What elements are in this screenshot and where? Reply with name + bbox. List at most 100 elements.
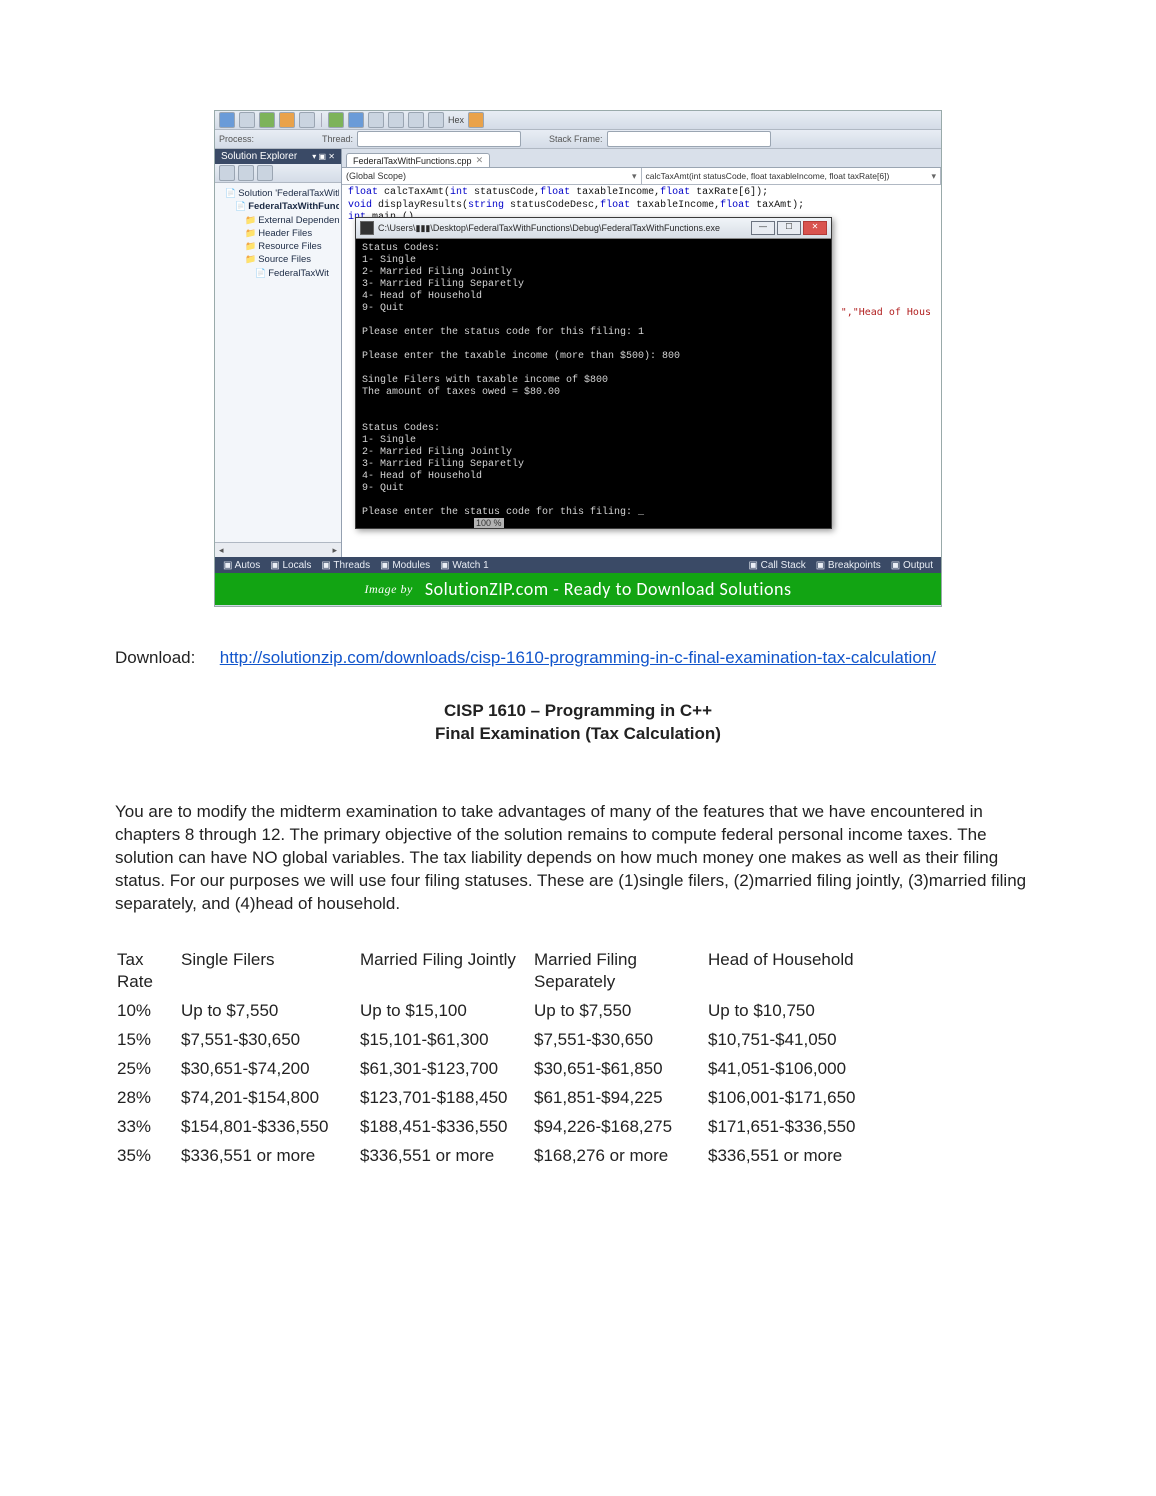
thread-dropdown[interactable] [357, 131, 521, 147]
panel-controls[interactable]: ▾ ▣ ✕ [312, 152, 335, 161]
toolwindow-tab[interactable]: ▣ Output [891, 560, 933, 571]
close-button[interactable]: ✕ [803, 221, 827, 235]
title-block: CISP 1610 – Programming in C++ Final Exa… [115, 700, 1041, 746]
minimize-button[interactable]: — [751, 221, 775, 235]
table-cell: $336,551 or more [358, 1142, 532, 1171]
download-link[interactable]: http://solutionzip.com/downloads/cisp-16… [220, 648, 936, 667]
toolbar-top: Hex [215, 111, 941, 130]
table-cell: $168,276 or more [532, 1142, 706, 1171]
scope-left-text: (Global Scope) [346, 171, 406, 181]
toolwindow-tab[interactable]: ▣ Watch 1 [440, 560, 489, 571]
se-scroll[interactable]: ◂▸ [215, 542, 341, 557]
play-icon[interactable] [328, 112, 344, 128]
table-header: Single Filers [179, 946, 358, 998]
solution-explorer-toolbar [215, 164, 341, 183]
table-cell: $336,551 or more [706, 1142, 1041, 1171]
toolwindow-tab[interactable]: ▣ Autos [223, 560, 260, 571]
scope-right-text: calcTaxAmt(int statusCode, float taxable… [646, 171, 890, 181]
table-cell: Up to $10,750 [706, 997, 1041, 1026]
zoom-level[interactable]: 100 % [474, 518, 504, 528]
tree-item[interactable]: Source Files [217, 253, 339, 266]
console-output[interactable]: Status Codes: 1- Single 2- Married Filin… [356, 239, 831, 528]
body-paragraph: You are to modify the midterm examinatio… [115, 801, 1041, 916]
table-cell: 25% [115, 1055, 179, 1084]
document-body: Download: http://solutionzip.com/downloa… [115, 647, 1041, 1171]
table-cell: 28% [115, 1084, 179, 1113]
tree-item[interactable]: Resource Files [217, 240, 339, 253]
maximize-button[interactable]: ☐ [777, 221, 801, 235]
toolbar-icon[interactable] [348, 112, 364, 128]
toolbar-icon[interactable] [428, 112, 444, 128]
table-cell: $61,301-$123,700 [358, 1055, 532, 1084]
toolbar-separator [321, 113, 322, 127]
se-icon[interactable] [257, 165, 273, 181]
solution-explorer-title: Solution Explorer [221, 151, 297, 162]
bottom-toolwindow-tabs: ▣ Autos ▣ Locals ▣ Threads ▣ Modules ▣ Watch… [215, 557, 941, 573]
toolbar-icon[interactable] [468, 112, 484, 128]
bottom-tabs-left: ▣ Autos ▣ Locals ▣ Threads ▣ Modules ▣ Watch… [215, 557, 740, 573]
solution-explorer-panel: Solution Explorer ▾ ▣ ✕ Solution 'Federa… [215, 149, 342, 557]
banner-text: SolutionZIP.com - Ready to Download Solu… [425, 578, 792, 600]
table-cell: $154,801-$336,550 [179, 1113, 358, 1142]
banner-imageby: Image by [365, 582, 413, 597]
tab-label: FederalTaxWithFunctions.cpp [353, 156, 472, 166]
title-line1: CISP 1610 – Programming in C++ [115, 700, 1041, 723]
tax-table: Tax RateSingle FilersMarried Filing Join… [115, 946, 1041, 1172]
table-cell: Up to $7,550 [179, 997, 358, 1026]
toolbar-icon[interactable] [408, 112, 424, 128]
table-cell: 15% [115, 1026, 179, 1055]
se-icon[interactable] [238, 165, 254, 181]
table-cell: $30,651-$74,200 [179, 1055, 358, 1084]
toolbar-icon[interactable] [299, 112, 315, 128]
console-titlebar[interactable]: C:\Users\▮▮▮\Desktop\FederalTaxWithFunct… [356, 218, 831, 239]
editor-tab[interactable]: FederalTaxWithFunctions.cpp ✕ [346, 153, 490, 167]
toolbar-icon[interactable] [259, 112, 275, 128]
process-label: Process: [219, 134, 254, 144]
table-cell: $15,101-$61,300 [358, 1026, 532, 1055]
table-cell: $7,551-$30,650 [179, 1026, 358, 1055]
table-cell: $7,551-$30,650 [532, 1026, 706, 1055]
solution-tree[interactable]: Solution 'FederalTaxWithFFederalTaxWithF… [215, 183, 341, 284]
toolwindow-tab[interactable]: ▣ Breakpoints [816, 560, 881, 571]
bottom-tabs-right: ▣ Call Stack ▣ Breakpoints ▣ Output [740, 557, 941, 573]
table-cell: 10% [115, 997, 179, 1026]
tree-item[interactable]: FederalTaxWit [217, 267, 339, 280]
toolwindow-tab[interactable]: ▣ Threads [321, 560, 370, 571]
stackframe-label: Stack Frame: [549, 134, 603, 144]
scope-dropdown-left[interactable]: (Global Scope)▾ [342, 168, 642, 184]
table-cell: $61,851-$94,225 [532, 1084, 706, 1113]
toolwindow-tab[interactable]: ▣ Locals [270, 560, 311, 571]
tree-item[interactable]: External Dependen [217, 214, 339, 227]
tree-item[interactable]: FederalTaxWithFunc [217, 200, 339, 213]
hex-label[interactable]: Hex [448, 115, 464, 125]
toolwindow-tab[interactable]: ▣ Call Stack [748, 560, 805, 571]
table-header: Head of Household [706, 946, 1041, 998]
se-icon[interactable] [219, 165, 235, 181]
table-cell: $74,201-$154,800 [179, 1084, 358, 1113]
scope-dropdown-right[interactable]: calcTaxAmt(int statusCode, float taxable… [642, 168, 942, 184]
stackframe-dropdown[interactable] [607, 131, 771, 147]
table-header: Tax Rate [115, 946, 179, 998]
debug-location-toolbar: Process: Thread: Stack Frame: [215, 130, 941, 149]
solutionzip-banner: Image by SolutionZIP.com - Ready to Down… [215, 573, 941, 605]
table-row: 33%$154,801-$336,550$188,451-$336,550$94… [115, 1113, 1041, 1142]
tab-close-icon[interactable]: ✕ [476, 155, 484, 166]
toolbar-icon[interactable] [219, 112, 235, 128]
download-line: Download: http://solutionzip.com/downloa… [115, 647, 1041, 670]
table-row: 10%Up to $7,550Up to $15,100Up to $7,550… [115, 997, 1041, 1026]
table-cell: Up to $15,100 [358, 997, 532, 1026]
table-cell: $10,751-$41,050 [706, 1026, 1041, 1055]
tree-item[interactable]: Solution 'FederalTaxWithF [217, 187, 339, 200]
table-row: 28%$74,201-$154,800$123,701-$188,450$61,… [115, 1084, 1041, 1113]
tree-item[interactable]: Header Files [217, 227, 339, 240]
table-cell: 35% [115, 1142, 179, 1171]
title-line2: Final Examination (Tax Calculation) [115, 723, 1041, 746]
toolwindow-tab[interactable]: ▣ Modules [380, 560, 430, 571]
toolbar-icon[interactable] [239, 112, 255, 128]
table-cell: $188,451-$336,550 [358, 1113, 532, 1142]
toolbar-icon[interactable] [279, 112, 295, 128]
editor-tab-strip: FederalTaxWithFunctions.cpp ✕ [342, 149, 941, 168]
toolbar-icon[interactable] [368, 112, 384, 128]
toolbar-icon[interactable] [388, 112, 404, 128]
thread-label: Thread: [322, 134, 353, 144]
